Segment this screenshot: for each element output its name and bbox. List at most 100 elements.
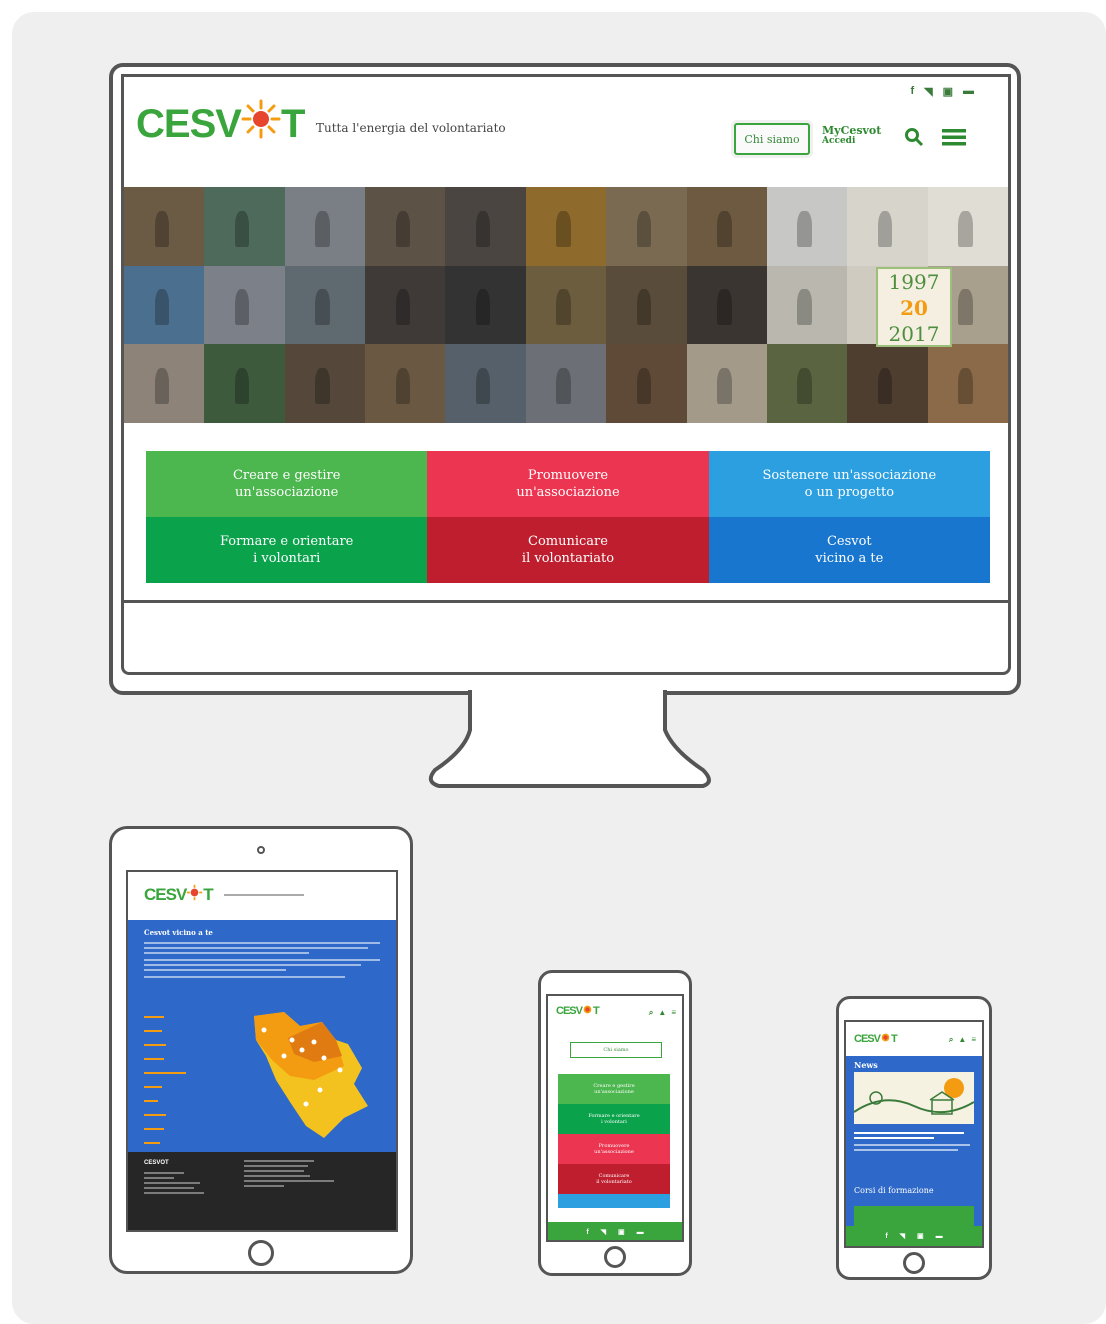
photo-tile <box>766 187 848 266</box>
logo-text-left: CESV <box>136 101 242 146</box>
photo-tile <box>525 187 607 266</box>
email-icon[interactable]: ▬ <box>963 85 974 98</box>
hamburger-menu-icon[interactable]: ≡ <box>671 1008 676 1018</box>
youtube-icon[interactable]: ▣ <box>943 85 953 98</box>
news-title: News <box>854 1060 878 1070</box>
province-link[interactable] <box>144 1058 168 1068</box>
province-link[interactable] <box>144 1114 168 1124</box>
province-link[interactable] <box>144 1100 168 1110</box>
anniversary-badge-1997-2017: 1997 20 2017 <box>876 267 952 347</box>
logo-text-right: T <box>280 101 305 146</box>
footer-link[interactable] <box>244 1180 334 1182</box>
search-icon[interactable]: ⌕ <box>949 1035 953 1045</box>
text-line <box>144 969 286 971</box>
footer-link[interactable] <box>244 1170 304 1172</box>
twitter-icon[interactable]: ◥ <box>601 1228 606 1236</box>
photo-tile <box>124 187 205 266</box>
email-icon[interactable]: ▬ <box>936 1233 943 1240</box>
email-icon[interactable]: ▬ <box>637 1229 644 1236</box>
youtube-icon[interactable]: ▣ <box>618 1228 625 1236</box>
footer-link[interactable] <box>244 1175 310 1177</box>
footer-address-line <box>144 1172 184 1174</box>
site-header: CESV T Tutta l'energia del volontariato … <box>124 77 1008 185</box>
tile-comunicare[interactable]: Comunicare il volontariato <box>558 1164 670 1194</box>
news-section: News Corsi di formazione <box>846 1056 982 1246</box>
mobile-header-icons: ⌕ ▲ ≡ <box>949 1035 976 1045</box>
logo-text-left: CESV <box>854 1033 881 1045</box>
tile-creare-e-gestire[interactable]: Creare e gestire un'associazione <box>146 451 428 517</box>
tablet-home-button <box>248 1240 274 1266</box>
footer-link[interactable] <box>244 1160 314 1162</box>
tuscany-map[interactable] <box>244 1010 374 1140</box>
footer-address-line <box>144 1187 194 1189</box>
tablet-header: CESV T <box>128 872 396 920</box>
cesvot-logo[interactable]: CESV T <box>144 884 214 906</box>
twitter-icon[interactable]: ◥ <box>900 1232 905 1240</box>
sun-icon <box>186 884 203 906</box>
province-link[interactable] <box>144 1016 168 1026</box>
hamburger-menu-icon[interactable] <box>942 127 966 152</box>
footer-link[interactable] <box>244 1185 284 1187</box>
user-icon[interactable]: ▲ <box>958 1035 966 1045</box>
province-link[interactable] <box>144 1044 168 1054</box>
user-icon[interactable]: ▲ <box>658 1008 666 1018</box>
tile-promuovere[interactable]: Promuovere un'associazione <box>558 1134 670 1164</box>
cesvot-vicino-a-te-section: Cesvot vicino a te <box>128 920 396 1158</box>
hamburger-menu-icon[interactable]: ≡ <box>971 1035 976 1045</box>
tile-formare-e-orientare[interactable]: Formare e orientare i volontari <box>558 1104 670 1134</box>
facebook-icon[interactable]: f <box>910 85 914 98</box>
province-link[interactable] <box>144 1128 168 1138</box>
tile-promuovere[interactable]: Promuovere un'associazione <box>427 451 709 517</box>
tagline-placeholder-line <box>224 894 304 896</box>
photo-tile <box>847 344 928 423</box>
tile-sostenere[interactable]: Sostenere un'associazione o un progetto <box>708 451 990 517</box>
tile-creare-e-gestire[interactable]: Creare e gestire un'associazione <box>558 1074 670 1104</box>
search-icon[interactable] <box>904 127 924 152</box>
photo-tile <box>445 187 526 266</box>
sun-icon <box>880 1032 891 1046</box>
facebook-icon[interactable]: f <box>586 1229 588 1236</box>
text-line <box>144 942 380 944</box>
cesvot-logo[interactable]: CESV T <box>854 1032 898 1046</box>
footer-address-line <box>144 1177 174 1179</box>
twitter-icon[interactable]: ◥ <box>924 85 932 98</box>
news-illustration[interactable] <box>854 1072 974 1124</box>
cesvot-logo[interactable]: CESV T <box>136 99 305 149</box>
search-icon[interactable]: ⌕ <box>649 1008 653 1018</box>
photo-tile <box>525 265 607 345</box>
tile-cesvot-vicino-a-te[interactable]: Cesvot vicino a te <box>708 517 990 583</box>
cesvot-logo[interactable]: CESV T <box>556 1004 600 1018</box>
province-link[interactable] <box>144 1142 168 1152</box>
chi-siamo-button[interactable]: Chi siamo <box>734 123 810 155</box>
photo-tile <box>847 187 928 266</box>
mycesvot-login-link[interactable]: MyCesvot Accedi <box>822 125 881 147</box>
photo-tile <box>204 344 285 423</box>
province-link[interactable] <box>144 1030 168 1040</box>
facebook-icon[interactable]: f <box>885 1233 887 1240</box>
section-title: Cesvot vicino a te <box>144 928 213 937</box>
mobile-social-bar: f ◥ ▣ ▬ <box>548 1222 682 1240</box>
sun-icon <box>241 99 281 149</box>
photo-tile <box>606 265 687 345</box>
text-line <box>144 976 345 978</box>
photo-tile <box>686 344 767 423</box>
photo-tile <box>124 265 205 345</box>
mobile-category-list: Creare e gestire un'associazione Formare… <box>548 1074 670 1208</box>
photo-tile <box>365 344 446 423</box>
news-excerpt-line <box>854 1137 934 1139</box>
chi-siamo-button[interactable]: Chi siamo <box>570 1042 662 1058</box>
photo-tile <box>686 265 767 345</box>
tile-sostenere[interactable] <box>558 1194 670 1208</box>
footer-link[interactable] <box>244 1165 308 1167</box>
province-link[interactable] <box>144 1086 168 1096</box>
youtube-icon[interactable]: ▣ <box>917 1232 924 1240</box>
text-line <box>144 959 380 961</box>
province-link[interactable] <box>144 1072 186 1082</box>
tile-comunicare[interactable]: Comunicare il volontariato <box>427 517 709 583</box>
monitor-chin <box>121 600 1011 675</box>
logo-text-right: T <box>890 1033 898 1045</box>
photo-tile <box>445 265 526 345</box>
category-tiles-grid: Creare e gestire un'associazione Promuov… <box>146 451 990 583</box>
desktop-screen: CESV T Tutta l'energia del volontariato … <box>121 74 1011 600</box>
tile-formare-e-orientare[interactable]: Formare e orientare i volontari <box>146 517 428 583</box>
